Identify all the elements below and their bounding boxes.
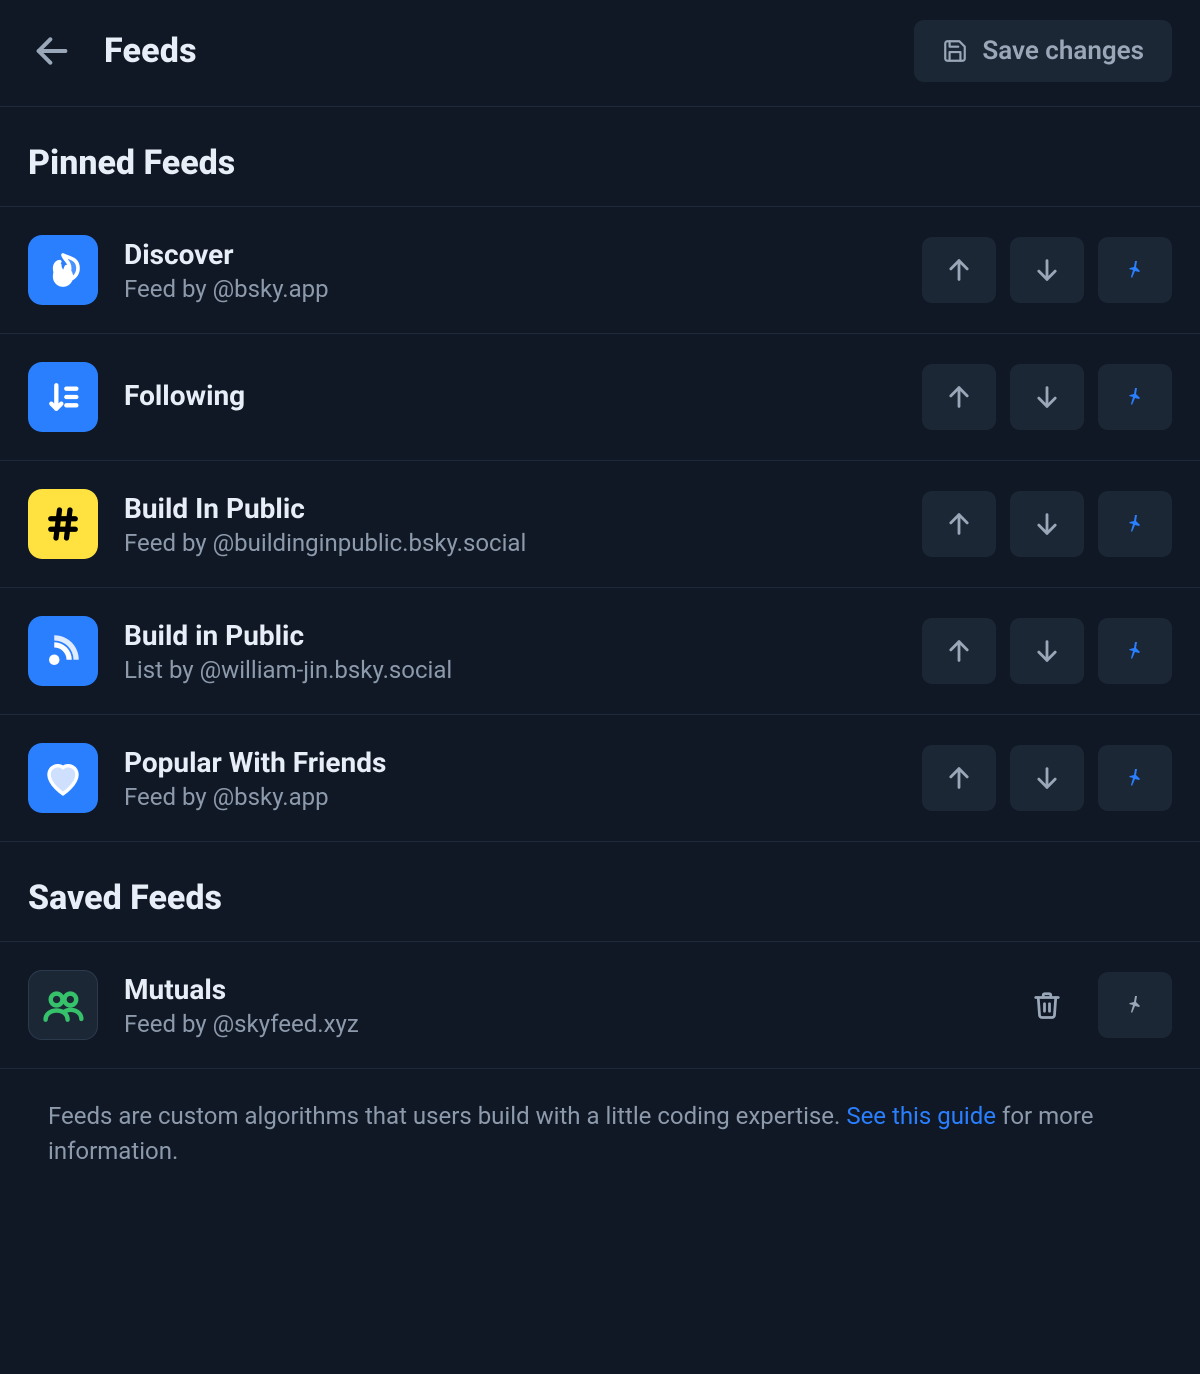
arrow-down-icon <box>1033 256 1061 284</box>
feed-avatar-following[interactable] <box>28 362 98 432</box>
save-changes-button[interactable]: Save changes <box>914 20 1172 82</box>
heart-icon <box>42 757 84 799</box>
move-down-button[interactable] <box>1010 491 1084 557</box>
save-icon <box>942 38 968 64</box>
pin-button[interactable] <box>1098 618 1172 684</box>
feed-name[interactable]: Popular With Friends <box>124 746 386 779</box>
pin-icon <box>1123 993 1147 1017</box>
footer-guide-link[interactable]: See this guide <box>846 1102 996 1130</box>
feed-name[interactable]: Build In Public <box>124 492 526 525</box>
move-up-button[interactable] <box>922 364 996 430</box>
arrow-down-icon <box>1033 764 1061 792</box>
feed-text: Build in Public List by @william-jin.bsk… <box>124 619 452 684</box>
pinned-feed-row: Popular With Friends Feed by @bsky.app <box>0 714 1200 842</box>
back-button[interactable] <box>28 27 76 75</box>
feed-text: Discover Feed by @bsky.app <box>124 238 329 303</box>
pin-button[interactable] <box>1098 237 1172 303</box>
pin-button[interactable] <box>1098 745 1172 811</box>
feed-left: Mutuals Feed by @skyfeed.xyz <box>28 970 359 1040</box>
pin-icon <box>1123 766 1147 790</box>
move-up-button[interactable] <box>922 237 996 303</box>
move-up-button[interactable] <box>922 618 996 684</box>
feed-text: Build In Public Feed by @buildinginpubli… <box>124 492 526 557</box>
feed-subtitle: Feed by @buildinginpublic.bsky.social <box>124 529 526 557</box>
feed-left: Build In Public Feed by @buildinginpubli… <box>28 489 526 559</box>
footer-note: Feeds are custom algorithms that users b… <box>0 1069 1200 1209</box>
feed-subtitle: Feed by @skyfeed.xyz <box>124 1010 359 1038</box>
move-down-button[interactable] <box>1010 364 1084 430</box>
satellite-icon <box>42 630 84 672</box>
pin-icon <box>1123 639 1147 663</box>
users-icon <box>41 983 85 1027</box>
feed-avatar-build-in-public-hash[interactable] <box>28 489 98 559</box>
feed-text: Popular With Friends Feed by @bsky.app <box>124 746 386 811</box>
pinned-section-title: Pinned Feeds <box>0 107 1200 207</box>
arrow-up-icon <box>945 764 973 792</box>
arrow-down-icon <box>1033 510 1061 538</box>
move-up-button[interactable] <box>922 491 996 557</box>
pin-icon <box>1123 385 1147 409</box>
pin-icon <box>1123 512 1147 536</box>
feed-avatar-mutuals[interactable] <box>28 970 98 1040</box>
header-left: Feeds <box>28 27 197 75</box>
saved-feed-row: Mutuals Feed by @skyfeed.xyz <box>0 941 1200 1069</box>
feed-text: Following <box>124 379 245 416</box>
feed-name[interactable]: Build in Public <box>124 619 452 652</box>
pin-button[interactable] <box>1098 364 1172 430</box>
move-down-button[interactable] <box>1010 237 1084 303</box>
pin-button[interactable] <box>1098 491 1172 557</box>
page-title: Feeds <box>104 31 197 71</box>
hash-icon <box>42 503 84 545</box>
feed-name[interactable]: Following <box>124 379 245 412</box>
arrow-left-icon <box>32 31 72 71</box>
feed-actions <box>922 745 1172 811</box>
pinned-feed-row: Build in Public List by @william-jin.bsk… <box>0 587 1200 715</box>
pinned-feed-row: Following <box>0 333 1200 461</box>
feed-actions <box>922 364 1172 430</box>
feed-actions <box>922 491 1172 557</box>
arrow-down-icon <box>1033 383 1061 411</box>
feed-actions <box>1010 972 1172 1038</box>
move-down-button[interactable] <box>1010 745 1084 811</box>
sort-icon <box>43 377 83 417</box>
saved-section-title: Saved Feeds <box>0 842 1200 942</box>
arrow-up-icon <box>945 256 973 284</box>
pin-icon <box>1123 258 1147 282</box>
feed-name[interactable]: Discover <box>124 238 329 271</box>
feed-subtitle: List by @william-jin.bsky.social <box>124 656 452 684</box>
pinned-feed-row: Build In Public Feed by @buildinginpubli… <box>0 460 1200 588</box>
feed-avatar-popular-with-friends[interactable] <box>28 743 98 813</box>
feed-text: Mutuals Feed by @skyfeed.xyz <box>124 973 359 1038</box>
feed-avatar-build-in-public-list[interactable] <box>28 616 98 686</box>
move-down-button[interactable] <box>1010 618 1084 684</box>
arrow-up-icon <box>945 510 973 538</box>
feed-subtitle: Feed by @bsky.app <box>124 783 386 811</box>
feed-left: Popular With Friends Feed by @bsky.app <box>28 743 386 813</box>
feed-subtitle: Feed by @bsky.app <box>124 275 329 303</box>
feed-name[interactable]: Mutuals <box>124 973 359 1006</box>
feed-left: Discover Feed by @bsky.app <box>28 235 329 305</box>
feed-left: Build in Public List by @william-jin.bsk… <box>28 616 452 686</box>
arrow-down-icon <box>1033 637 1061 665</box>
delete-button[interactable] <box>1010 972 1084 1038</box>
trash-icon <box>1032 990 1062 1020</box>
feed-actions <box>922 618 1172 684</box>
pinned-feed-row: Discover Feed by @bsky.app <box>0 206 1200 334</box>
move-up-button[interactable] <box>922 745 996 811</box>
pin-button[interactable] <box>1098 972 1172 1038</box>
save-button-label: Save changes <box>982 36 1144 66</box>
page-header: Feeds Save changes <box>0 0 1200 107</box>
feed-left: Following <box>28 362 245 432</box>
footer-text-before: Feeds are custom algorithms that users b… <box>48 1102 846 1130</box>
feed-avatar-discover[interactable] <box>28 235 98 305</box>
arrow-up-icon <box>945 383 973 411</box>
feed-actions <box>922 237 1172 303</box>
arrow-up-icon <box>945 637 973 665</box>
flame-icon <box>43 250 83 290</box>
